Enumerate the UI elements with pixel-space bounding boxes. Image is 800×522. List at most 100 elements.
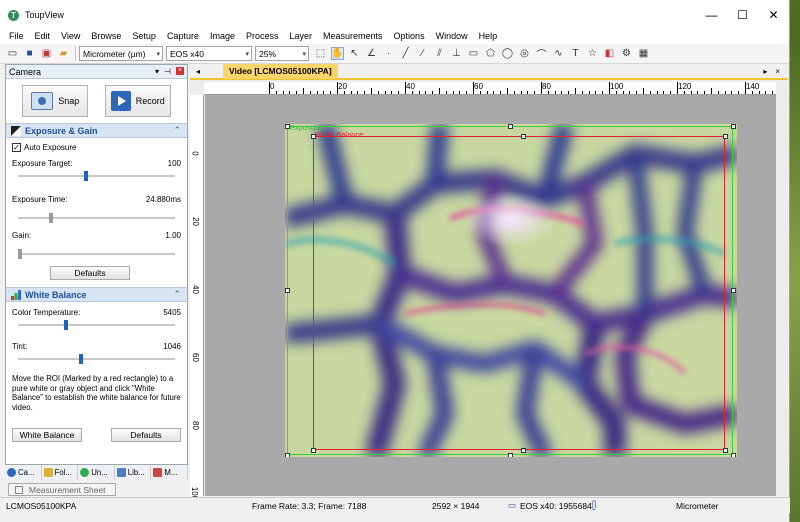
ruler-label: 40 <box>406 82 415 91</box>
panel-pin-icon[interactable]: ⊣ <box>164 67 171 76</box>
pin-icon[interactable]: ◂ <box>196 67 200 76</box>
menu-help[interactable]: Help <box>479 30 498 44</box>
exposure-defaults-button[interactable]: Defaults <box>50 266 130 280</box>
calibration-icon[interactable]: ⚙ <box>620 47 633 60</box>
close-button[interactable]: ✕ <box>758 0 789 30</box>
menu-image[interactable]: Image <box>210 30 235 44</box>
collapse-icon[interactable]: ⌃ <box>173 289 181 300</box>
microscope-live-image[interactable]: Exposure White Balance <box>285 124 737 457</box>
menu-edit[interactable]: Edit <box>35 30 51 44</box>
open-folder-icon[interactable]: ▰ <box>57 47 70 60</box>
point-icon[interactable]: · <box>382 47 395 60</box>
exposure-target-slider[interactable] <box>12 169 181 183</box>
white-balance-roi[interactable] <box>313 136 725 450</box>
panel-dropdown-icon[interactable]: ▾ <box>155 67 159 76</box>
folder-icon <box>43 468 53 477</box>
pointer-icon[interactable]: ↖ <box>348 47 361 60</box>
roi-resize-handle[interactable] <box>508 453 513 457</box>
new-file-icon[interactable]: ▭ <box>6 47 19 60</box>
rect-select-icon[interactable]: ⬚ <box>314 47 327 60</box>
menu-window[interactable]: Window <box>436 30 468 44</box>
save-icon[interactable]: ■ <box>23 47 36 60</box>
roi-resize-handle[interactable] <box>311 134 316 139</box>
zoom-value: 25% <box>259 48 277 59</box>
hand-pan-icon[interactable]: ✋ <box>331 47 344 60</box>
slider-thumb[interactable] <box>79 354 84 364</box>
roi-resize-handle[interactable] <box>521 448 526 453</box>
tab-camera[interactable]: Ca... <box>5 465 42 480</box>
slider-thumb[interactable] <box>63 320 68 330</box>
horizontal-line-icon[interactable]: ⁄ <box>416 47 429 60</box>
menu-options[interactable]: Options <box>394 30 425 44</box>
collapse-icon[interactable]: ⌃ <box>173 125 181 136</box>
text-icon[interactable]: T <box>569 47 582 60</box>
exposure-section-header[interactable]: Exposure & Gain ⌃ <box>6 123 187 138</box>
gain-slider[interactable] <box>12 247 181 261</box>
panel-close-icon[interactable]: × <box>176 67 184 75</box>
grid-icon[interactable]: ▦ <box>637 47 650 60</box>
white-balance-section-header[interactable]: White Balance ⌃ <box>6 287 187 302</box>
unit-select[interactable]: Micrometer (µm) ▾ <box>79 46 163 61</box>
roi-resize-handle[interactable] <box>723 448 728 453</box>
measurement-sheet-tab[interactable]: Measurement Sheet <box>8 483 116 496</box>
maximize-button[interactable]: ☐ <box>727 0 758 30</box>
counter-icon[interactable]: ◧ <box>603 47 616 60</box>
roi-resize-handle[interactable] <box>285 453 290 457</box>
roi-resize-handle[interactable] <box>285 124 290 129</box>
tint-slider[interactable] <box>12 352 181 366</box>
menu-file[interactable]: File <box>9 30 24 44</box>
close-document-icon[interactable]: × <box>775 67 780 76</box>
arc-icon[interactable]: ⌒ <box>535 47 548 61</box>
auto-exposure-checkbox[interactable]: ✓ <box>12 142 21 152</box>
parallel-icon[interactable]: ⫽ <box>433 47 446 60</box>
snap-button[interactable]: Snap <box>22 85 89 117</box>
roi-resize-handle[interactable] <box>731 288 736 293</box>
slider-thumb[interactable] <box>18 249 22 259</box>
tab-folders[interactable]: Fol... <box>42 465 79 480</box>
video-canvas[interactable]: Exposure White Balance <box>205 95 776 496</box>
white-balance-button[interactable]: White Balance <box>12 428 82 442</box>
polygon-icon[interactable]: ⬠ <box>484 47 497 60</box>
perpendicular-icon[interactable]: ⊥ <box>450 47 463 60</box>
color-temperature-value: 5405 <box>163 307 181 317</box>
color-temperature-slider[interactable] <box>12 318 181 332</box>
tab-measurement[interactable]: M... <box>151 465 188 480</box>
slider-thumb[interactable] <box>83 171 88 181</box>
roi-resize-handle[interactable] <box>731 453 736 457</box>
circle-icon[interactable]: ◯ <box>501 47 514 60</box>
ruler-tick <box>357 91 359 94</box>
line-icon[interactable]: ╱ <box>399 47 412 60</box>
save-all-icon[interactable]: ▣ <box>40 47 53 60</box>
annulus-icon[interactable]: ◎ <box>518 47 531 60</box>
roi-resize-handle[interactable] <box>723 134 728 139</box>
menu-view[interactable]: View <box>61 30 80 44</box>
tab-undo[interactable]: Un... <box>78 465 115 480</box>
curve-icon[interactable]: ∿ <box>552 47 565 60</box>
menu-layer[interactable]: Layer <box>290 30 313 44</box>
roi-resize-handle[interactable] <box>508 124 513 129</box>
menu-measurements[interactable]: Measurements <box>323 30 383 44</box>
roi-resize-handle[interactable] <box>311 448 316 453</box>
tab-library[interactable]: Lib... <box>115 465 152 480</box>
menu-process[interactable]: Process <box>246 30 279 44</box>
roi-resize-handle[interactable] <box>731 124 736 129</box>
roi-resize-handle[interactable] <box>521 134 526 139</box>
record-button[interactable]: Record <box>104 85 171 117</box>
exposure-time-slider[interactable] <box>12 211 181 225</box>
zoom-select[interactable]: 25% ▾ <box>255 46 309 61</box>
menu-capture[interactable]: Capture <box>167 30 199 44</box>
menu-setup[interactable]: Setup <box>132 30 156 44</box>
rectangle-icon[interactable]: ▭ <box>467 47 480 60</box>
ruler-tick <box>649 91 651 94</box>
roi-resize-handle[interactable] <box>285 288 290 293</box>
record-icon <box>110 91 131 111</box>
minimize-button[interactable]: — <box>696 0 727 30</box>
wb-defaults-button[interactable]: Defaults <box>111 428 181 442</box>
scroll-tabs-icon[interactable]: ▸ <box>763 67 767 76</box>
menu-browse[interactable]: Browse <box>91 30 121 44</box>
angle-icon[interactable]: ∠ <box>365 47 378 60</box>
tab-video[interactable]: Video [LCMOS05100KPA] <box>223 63 338 79</box>
objective-select[interactable]: EOS x40 ▾ <box>166 46 252 61</box>
star-icon[interactable]: ☆ <box>586 47 599 60</box>
slider-thumb[interactable] <box>48 213 53 223</box>
